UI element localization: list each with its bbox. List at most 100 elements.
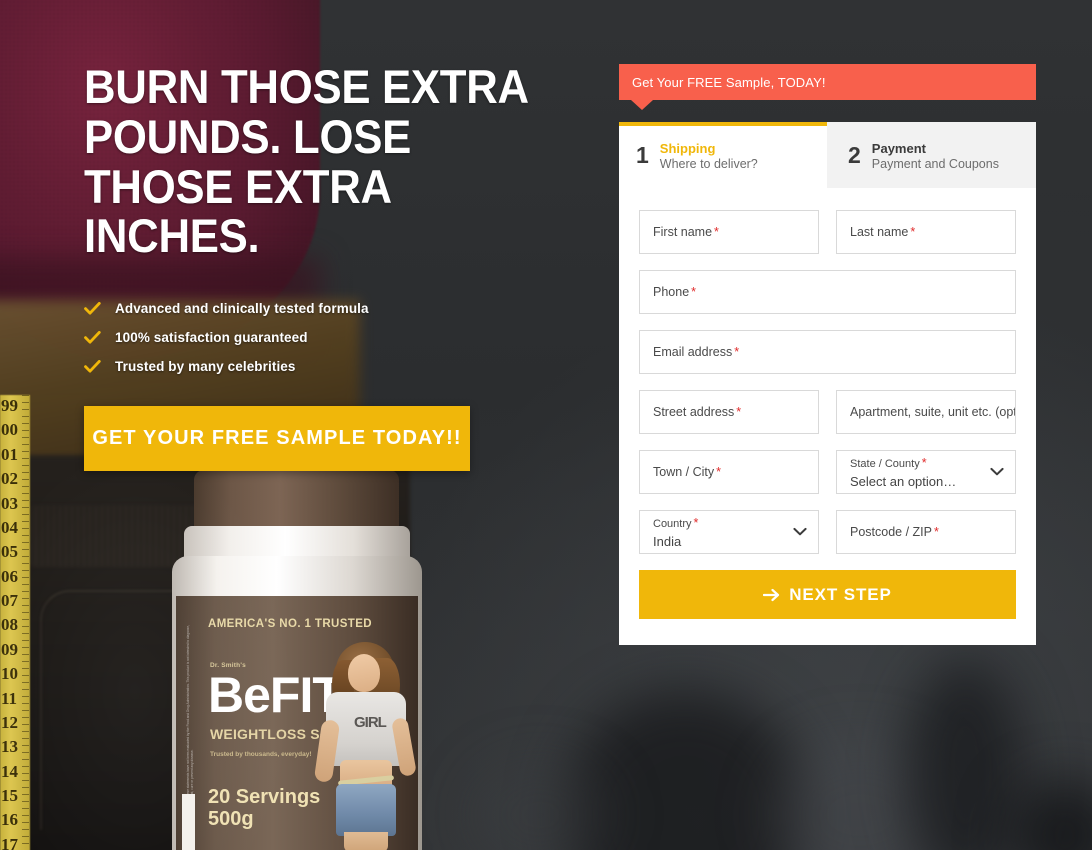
measuring-tape-numbers: 99 00 01 02 03 04 05 06 07 08 09 10 11 1…	[0, 395, 24, 850]
checkout-card: 1 Shipping Where to deliver? 2 Payment P…	[619, 122, 1036, 646]
tape-number: 07	[1, 591, 18, 610]
benefit-list: Advanced and clinically tested formula 1…	[84, 301, 564, 374]
promo-banner: Get Your FREE Sample, TODAY!	[619, 64, 1036, 110]
chevron-down-icon	[793, 527, 807, 536]
tape-number: 00	[1, 420, 18, 440]
label-trust-line: AMERICA'S NO. 1 TRUSTED	[208, 618, 373, 630]
tape-number: 12	[1, 712, 18, 732]
arrow-right-icon	[763, 588, 780, 601]
page-title: BURN THOSE EXTRA POUNDS. LOSE THOSE EXTR…	[84, 60, 528, 263]
tab-shipping-title: Shipping	[659, 141, 716, 156]
required-asterisk: *	[734, 345, 740, 360]
tape-number: 17	[1, 834, 18, 850]
label-disclaimer-text: These statements have not been evaluated…	[186, 625, 194, 798]
phone-row: Phone *	[639, 270, 1016, 315]
checkout-steps: 1 Shipping Where to deliver? 2 Payment P…	[619, 122, 1036, 189]
email-input[interactable]: Email address *	[639, 330, 1016, 375]
tape-number: 05	[1, 542, 18, 562]
town-city-label: Town / City	[653, 465, 715, 480]
phone-label: Phone	[653, 285, 690, 300]
list-item: Trusted by many celebrities	[84, 359, 564, 374]
tab-payment-subtitle: Payment and Coupons	[871, 157, 999, 172]
postcode-zip-label: Postcode / ZIP	[850, 525, 932, 540]
label-servings: 20 Servings 500g	[208, 786, 320, 830]
signup-form-panel: Get Your FREE Sample, TODAY! 1 Shipping …	[619, 64, 1036, 646]
chevron-down-icon	[990, 467, 1004, 476]
model-shorts	[336, 784, 396, 836]
list-item-label: Trusted by many celebrities	[115, 359, 296, 375]
state-county-select[interactable]: State / County * Select an option…	[836, 450, 1016, 495]
list-item: 100% satisfaction guaranteed	[84, 330, 564, 345]
check-icon	[84, 359, 101, 373]
postcode-zip-input[interactable]: Postcode / ZIP *	[836, 510, 1016, 555]
label-model-photo: GIRL	[313, 642, 417, 850]
required-asterisk: *	[933, 525, 939, 540]
tape-number: 11	[1, 688, 18, 708]
list-item: Advanced and clinically tested formula	[84, 301, 564, 316]
street-row: Street address * Apartment, suite, unit …	[639, 390, 1016, 435]
promo-banner-notch	[631, 100, 653, 110]
tape-number: 06	[1, 566, 18, 586]
model-face	[348, 654, 380, 692]
tape-number: 03	[1, 493, 18, 513]
state-county-label: State / County *	[850, 456, 1002, 472]
product-bottle: These statements have not been evaluated…	[172, 470, 422, 850]
country-label-text: Country	[653, 518, 692, 531]
check-icon	[84, 301, 101, 315]
required-asterisk: *	[691, 285, 697, 300]
label-servings-count: 20 Servings	[208, 786, 321, 808]
tape-number: 99	[1, 396, 18, 415]
get-free-sample-button[interactable]: GET YOUR FREE SAMPLE TODAY!!	[84, 406, 470, 472]
tape-number: 16	[1, 810, 18, 830]
tab-payment-number: 2	[848, 142, 861, 168]
tape-number: 02	[1, 469, 18, 489]
required-asterisk: *	[921, 456, 927, 471]
town-state-row: Town / City * State / County * Select an …	[639, 450, 1016, 495]
required-asterisk: *	[736, 405, 742, 420]
last-name-input[interactable]: Last name *	[836, 210, 1016, 255]
email-row: Email address *	[639, 330, 1016, 375]
tape-number: 01	[1, 444, 18, 464]
apartment-label: Apartment, suite, unit etc. (optional)	[850, 405, 1015, 420]
first-name-label: First name	[653, 225, 713, 240]
email-label: Email address	[653, 345, 733, 360]
tab-payment[interactable]: 2 Payment Payment and Coupons	[827, 122, 1036, 189]
tab-shipping-subtitle: Where to deliver?	[659, 157, 758, 172]
phone-input[interactable]: Phone *	[639, 270, 1016, 315]
bottle-cap	[194, 470, 399, 532]
name-row: First name * Last name *	[639, 210, 1016, 255]
state-county-value: Select an option…	[850, 473, 957, 489]
tape-number: 10	[1, 664, 18, 684]
landing-page: 99 00 01 02 03 04 05 06 07 08 09 10 11 1…	[0, 0, 1092, 850]
list-item-label: Advanced and clinically tested formula	[115, 301, 369, 317]
town-city-input[interactable]: Town / City *	[639, 450, 819, 495]
label-barcode-patch	[182, 794, 195, 850]
required-asterisk: *	[716, 465, 722, 480]
model-legs	[344, 832, 388, 850]
tape-number: 08	[1, 615, 18, 635]
country-postcode-row: Country * India Postcode / ZIP *	[639, 510, 1016, 555]
promo-banner-text: Get Your FREE Sample, TODAY!	[632, 74, 826, 90]
next-step-button[interactable]: NEXT STEP	[639, 570, 1016, 620]
tab-shipping-number: 1	[636, 142, 649, 168]
country-select[interactable]: Country * India	[639, 510, 819, 555]
last-name-label: Last name	[850, 225, 909, 240]
apartment-input[interactable]: Apartment, suite, unit etc. (optional)	[836, 390, 1016, 435]
country-value: India	[653, 533, 682, 549]
street-address-label: Street address	[653, 405, 735, 420]
street-address-input[interactable]: Street address *	[639, 390, 819, 435]
state-county-label-text: State / County	[850, 458, 920, 471]
country-label: Country *	[653, 516, 805, 532]
bottle-label: These statements have not been evaluated…	[176, 596, 418, 850]
label-weight: 500g	[208, 808, 254, 830]
model-arm-right	[391, 717, 417, 777]
hero-copy: BURN THOSE EXTRA POUNDS. LOSE THOSE EXTR…	[84, 60, 564, 472]
tape-number: 14	[1, 761, 18, 781]
first-name-input[interactable]: First name *	[639, 210, 819, 255]
required-asterisk: *	[910, 225, 916, 240]
required-asterisk: *	[714, 225, 719, 240]
tab-shipping[interactable]: 1 Shipping Where to deliver?	[619, 122, 827, 189]
tape-number: 04	[1, 517, 18, 537]
tape-number: 15	[1, 786, 18, 805]
next-step-label: NEXT STEP	[789, 584, 892, 604]
